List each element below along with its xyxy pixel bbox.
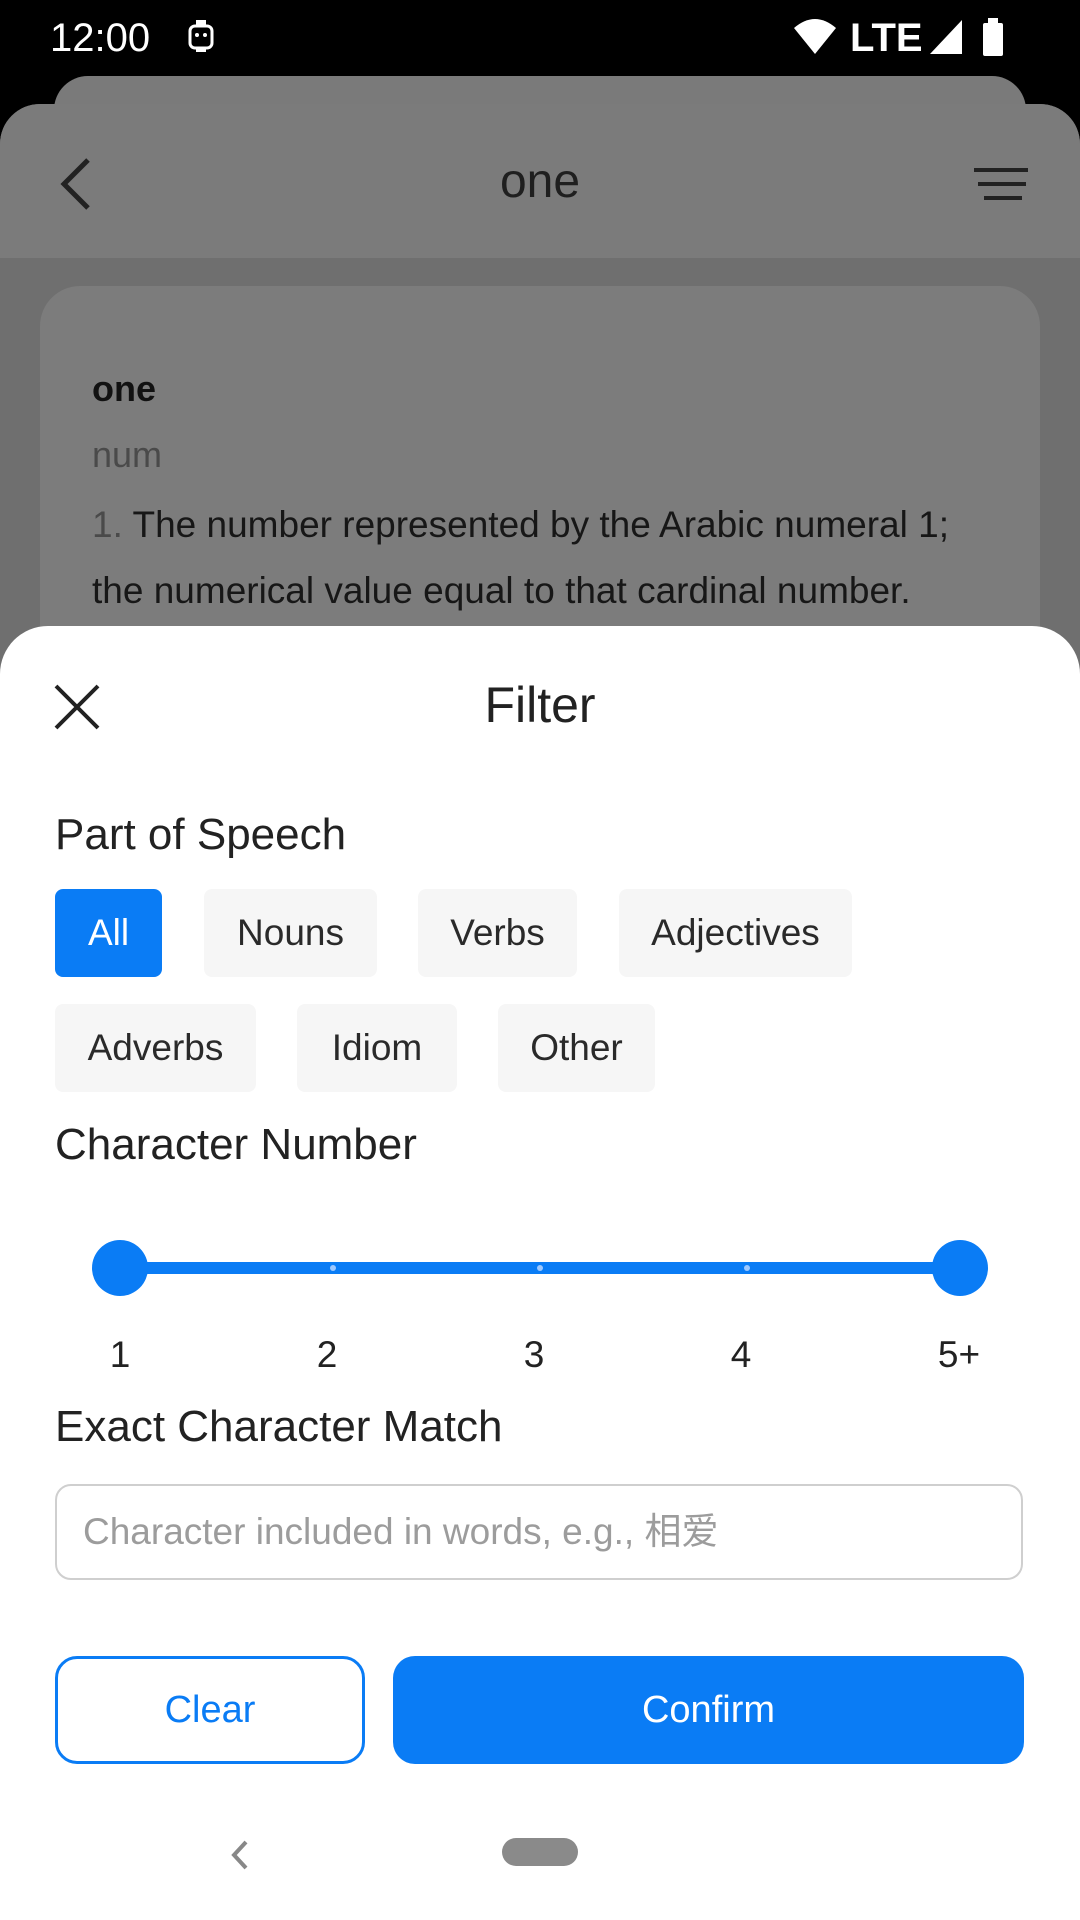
chip-nouns[interactable]: Nouns [204, 889, 377, 977]
chip-other[interactable]: Other [498, 1004, 655, 1092]
nav-home-pill[interactable] [502, 1838, 578, 1866]
filter-sheet: Filter Part of Speech All Nouns Verbs Ad… [0, 626, 1080, 1920]
slider-tick-label: 5+ [937, 1334, 981, 1375]
character-number-label: Character Number [55, 1120, 417, 1169]
status-time: 12:00 [50, 16, 151, 60]
signal-icon [928, 14, 964, 65]
chip-idiom[interactable]: Idiom [297, 1004, 457, 1092]
slider-tick-label: 4 [730, 1334, 752, 1375]
entry-definition: 1. The number represented by the Arabic … [92, 492, 992, 624]
background-title: one [499, 155, 581, 208]
chip-all[interactable]: All [55, 889, 162, 977]
slider-tick-dot [330, 1265, 336, 1271]
slider-max-handle[interactable] [932, 1240, 988, 1296]
status-bar: 12:00 LTE [0, 0, 1080, 78]
chip-adjectives[interactable]: Adjectives [619, 889, 852, 977]
character-match-input[interactable] [55, 1484, 1023, 1580]
chip-adverbs[interactable]: Adverbs [55, 1004, 256, 1092]
character-number-slider: 1 2 3 4 5+ [0, 626, 1080, 1375]
confirm-button[interactable]: Confirm [393, 1656, 1024, 1764]
slider-tick-dot [744, 1265, 750, 1271]
definition-text: The number represented by the Arabic num… [92, 504, 949, 611]
slider-tick-label: 3 [523, 1334, 545, 1375]
slider-tick-label: 2 [316, 1334, 338, 1375]
entry-part-of-speech: num [92, 434, 163, 475]
wifi-icon [792, 14, 838, 65]
definition-number: 1. [92, 504, 123, 545]
slider-min-handle[interactable] [92, 1240, 148, 1296]
entry-word: one [92, 368, 157, 409]
notification-icon [184, 14, 218, 65]
filter-menu-icon [972, 164, 1030, 209]
clear-button[interactable]: Clear [55, 1656, 365, 1764]
battery-icon [980, 14, 1006, 65]
nav-back-icon[interactable] [228, 1838, 252, 1877]
background-header: one [0, 104, 1080, 258]
slider-tick-label: 1 [109, 1334, 131, 1375]
network-type: LTE [850, 16, 923, 60]
chip-verbs[interactable]: Verbs [418, 889, 577, 977]
exact-character-match-label: Exact Character Match [55, 1402, 503, 1451]
slider-tick-dot [537, 1265, 543, 1271]
